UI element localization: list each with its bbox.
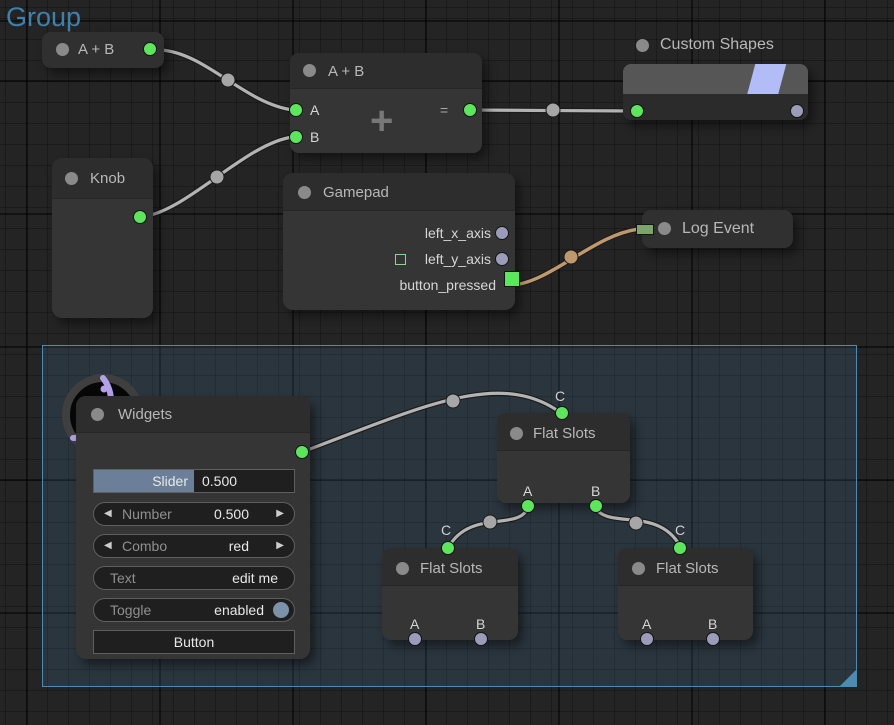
output-slot[interactable] bbox=[463, 103, 477, 117]
link-midpoint-dot[interactable] bbox=[210, 170, 224, 184]
node-log-event[interactable]: Log Event bbox=[642, 210, 793, 248]
input-slot[interactable] bbox=[555, 406, 569, 420]
input-slot-label: C bbox=[675, 522, 685, 538]
node-title: Gamepad bbox=[323, 184, 389, 201]
output-slot[interactable] bbox=[790, 104, 804, 118]
node-title: Widgets bbox=[118, 406, 172, 423]
output-slot[interactable] bbox=[133, 210, 147, 224]
output-slot-label: left_x_axis bbox=[343, 225, 491, 241]
node-collapse-dot-icon[interactable] bbox=[396, 562, 409, 575]
input-slot[interactable] bbox=[673, 541, 687, 555]
custom-shape-parallelogram-icon bbox=[746, 64, 787, 94]
output-slot[interactable] bbox=[589, 499, 603, 513]
node-collapse-dot-icon[interactable] bbox=[303, 64, 316, 77]
node-flat-slots-right[interactable]: Flat Slots A B bbox=[618, 548, 753, 640]
node-title: Custom Shapes bbox=[660, 36, 774, 54]
decrement-arrow-icon[interactable]: ◀ bbox=[104, 503, 112, 525]
output-slot-label: B bbox=[708, 616, 717, 632]
input-slot[interactable] bbox=[630, 104, 644, 118]
slider-value: 0.500 bbox=[202, 470, 237, 492]
output-slot[interactable] bbox=[640, 632, 654, 646]
input-slot[interactable] bbox=[289, 103, 303, 117]
input-slot-label: C bbox=[555, 388, 565, 404]
link-midpoint-dot[interactable] bbox=[483, 515, 497, 529]
node-flat-slots-top[interactable]: Flat Slots A B bbox=[497, 413, 630, 503]
output-slot[interactable] bbox=[706, 632, 720, 646]
link-midpoint-dot[interactable] bbox=[221, 73, 235, 87]
node-flat-slots-left[interactable]: Flat Slots A B bbox=[382, 548, 518, 640]
node-collapse-dot-icon[interactable] bbox=[298, 186, 311, 199]
combo-widget[interactable]: ◀ Combo red ▶ bbox=[93, 534, 295, 558]
node-custom-shapes[interactable] bbox=[623, 64, 808, 120]
output-slot-label: B bbox=[591, 483, 600, 499]
output-slot-label: left_y_axis bbox=[343, 251, 491, 267]
node-title: Log Event bbox=[682, 220, 754, 238]
node-collapse-dot-icon[interactable] bbox=[510, 427, 523, 440]
link-midpoint-dot[interactable] bbox=[446, 394, 460, 408]
output-slot[interactable] bbox=[521, 499, 535, 513]
increment-arrow-icon[interactable]: ▶ bbox=[276, 503, 284, 525]
button-widget[interactable]: Button bbox=[93, 630, 295, 654]
output-slot[interactable] bbox=[143, 42, 157, 56]
output-slot-label: button_pressed bbox=[343, 277, 496, 293]
node-collapse-dot-icon[interactable] bbox=[632, 562, 645, 575]
number-widget[interactable]: ◀ Number 0.500 ▶ bbox=[93, 502, 295, 526]
toggle-value: enabled bbox=[214, 599, 264, 621]
input-slot-label: B bbox=[310, 129, 319, 145]
node-collapse-dot-icon[interactable] bbox=[65, 172, 78, 185]
link-midpoint-dot[interactable] bbox=[629, 516, 643, 530]
input-slot[interactable] bbox=[441, 541, 455, 555]
node-title: Flat Slots bbox=[656, 560, 719, 577]
node-graph-canvas[interactable]: { "colors":{ "connected_slot":"#5ee55e",… bbox=[0, 0, 894, 725]
node-collapse-dot-icon[interactable] bbox=[636, 39, 649, 52]
node-gamepad[interactable]: Gamepad left_x_axis left_y_axis button_p… bbox=[283, 173, 515, 310]
node-add-collapsed[interactable]: A + B bbox=[42, 32, 164, 68]
toggle-widget[interactable]: Toggle enabled bbox=[93, 598, 295, 622]
slider-label: Slider bbox=[94, 470, 188, 492]
custom-shape-bar bbox=[623, 64, 808, 94]
knob-marker-icon bbox=[101, 386, 108, 393]
node-knob[interactable]: Knob 0.50 bbox=[52, 158, 153, 318]
output-slot[interactable] bbox=[408, 632, 422, 646]
decrement-arrow-icon[interactable]: ◀ bbox=[104, 535, 112, 557]
node-title: Knob bbox=[90, 170, 125, 187]
text-value: edit me bbox=[232, 567, 278, 589]
link-midpoint-dot[interactable] bbox=[546, 103, 560, 117]
output-slot[interactable] bbox=[495, 252, 509, 266]
node-widgets[interactable]: Widgets Slider 0.500 ◀ Number 0.500 ▶ ◀ … bbox=[76, 396, 310, 659]
node-title: A + B bbox=[78, 41, 114, 58]
event-input-slot[interactable] bbox=[636, 224, 654, 235]
text-widget[interactable]: Text edit me bbox=[93, 566, 295, 590]
input-slot-label: A bbox=[310, 102, 319, 118]
slider-widget[interactable]: Slider 0.500 bbox=[93, 469, 295, 493]
output-slot[interactable] bbox=[474, 632, 488, 646]
node-collapse-dot-icon[interactable] bbox=[658, 222, 671, 235]
number-label: Number bbox=[122, 503, 172, 525]
input-slot[interactable] bbox=[289, 130, 303, 144]
node-title: Flat Slots bbox=[533, 425, 596, 442]
output-slot-label: B bbox=[476, 616, 485, 632]
input-slot-label: C bbox=[441, 522, 451, 538]
output-slot[interactable] bbox=[495, 226, 509, 240]
output-slot-label: A bbox=[642, 616, 651, 632]
output-slot[interactable] bbox=[295, 445, 309, 459]
link-midpoint-dot[interactable] bbox=[564, 250, 578, 264]
combo-label: Combo bbox=[122, 535, 167, 557]
plus-icon: + bbox=[370, 99, 393, 144]
toggle-label: Toggle bbox=[110, 599, 151, 621]
text-label: Text bbox=[110, 567, 136, 589]
node-title: A + B bbox=[328, 63, 364, 80]
combo-value: red bbox=[194, 535, 249, 557]
event-output-slot[interactable] bbox=[504, 271, 520, 287]
node-collapse-dot-icon[interactable] bbox=[91, 408, 104, 421]
increment-arrow-icon[interactable]: ▶ bbox=[276, 535, 284, 557]
number-value: 0.500 bbox=[194, 503, 249, 525]
node-add[interactable]: A + B A B = + bbox=[290, 53, 482, 153]
output-slot-label: A bbox=[410, 616, 419, 632]
output-slot-label: = bbox=[440, 102, 448, 118]
output-slot-label: A bbox=[523, 483, 532, 499]
toggle-knob-icon[interactable] bbox=[273, 602, 289, 618]
node-title: Flat Slots bbox=[420, 560, 483, 577]
node-collapse-dot-icon[interactable] bbox=[56, 43, 69, 56]
